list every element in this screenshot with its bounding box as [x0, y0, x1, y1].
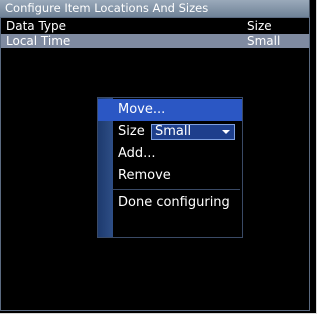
column-header-data-type: Data Type — [6, 19, 67, 33]
menu-item-size-label: Size — [118, 124, 145, 139]
menu-item-remove[interactable]: Remove — [98, 165, 242, 187]
menu-item-move[interactable]: Move... — [98, 99, 242, 121]
menu-item-size[interactable]: Size Small — [98, 121, 242, 143]
configure-items-window: Configure Item Locations And Sizes Data … — [0, 0, 317, 314]
menu-item-done-configuring[interactable]: Done configuring — [98, 192, 242, 214]
cell-size: Small — [247, 34, 281, 48]
menu-item-add-label: Add... — [118, 146, 156, 161]
cell-data-type: Local Time — [6, 34, 71, 48]
size-select[interactable]: Small — [151, 124, 235, 140]
context-menu: Move... Size Small Add... Remove Done co… — [97, 97, 243, 238]
menu-separator — [112, 189, 240, 190]
menu-item-done-configuring-label: Done configuring — [118, 195, 230, 210]
window-title: Configure Item Locations And Sizes — [0, 0, 310, 17]
table-header: Data Type Size — [1, 18, 309, 34]
menu-item-remove-label: Remove — [118, 168, 171, 183]
menu-item-move-label: Move... — [118, 102, 166, 117]
table-row[interactable]: Local Time Small — [1, 34, 309, 48]
size-select-value: Small — [155, 124, 192, 139]
chevron-down-icon — [222, 130, 230, 134]
column-header-size: Size — [247, 19, 272, 33]
menu-item-add[interactable]: Add... — [98, 143, 242, 165]
